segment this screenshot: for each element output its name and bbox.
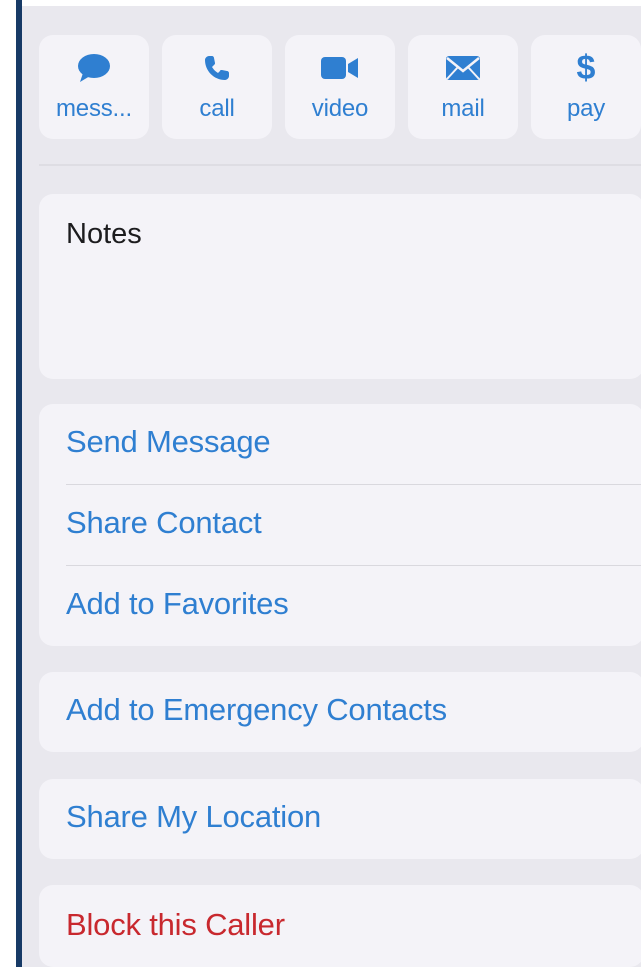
- add-to-emergency-contacts-row[interactable]: Add to Emergency Contacts: [66, 692, 447, 728]
- phone-icon: [162, 53, 272, 83]
- video-camera-icon: [285, 53, 395, 83]
- quick-actions-row: mess... call video mail $ pay: [39, 35, 641, 139]
- envelope-icon: [408, 53, 518, 83]
- message-bubble-icon: [39, 53, 149, 83]
- share-my-location-row[interactable]: Share My Location: [66, 799, 321, 835]
- row-separator: [66, 484, 641, 485]
- pay-action-button[interactable]: $ pay: [531, 35, 641, 139]
- dollar-icon: $: [576, 49, 596, 87]
- share-contact-row[interactable]: Share Contact: [66, 505, 262, 541]
- mail-action-label: mail: [441, 95, 485, 122]
- add-to-favorites-row[interactable]: Add to Favorites: [66, 586, 289, 622]
- share-location-card: Share My Location: [39, 779, 641, 859]
- message-action-button[interactable]: mess...: [39, 35, 149, 139]
- block-this-caller-row[interactable]: Block this Caller: [66, 907, 285, 943]
- send-message-row[interactable]: Send Message: [66, 424, 271, 460]
- notes-card[interactable]: Notes: [39, 194, 641, 379]
- pay-action-label: pay: [566, 95, 606, 122]
- message-action-label: mess...: [56, 95, 132, 122]
- call-action-button[interactable]: call: [162, 35, 272, 139]
- emergency-contacts-card: Add to Emergency Contacts: [39, 672, 641, 752]
- video-action-button[interactable]: video: [285, 35, 395, 139]
- row-separator: [66, 565, 641, 566]
- notes-label: Notes: [66, 218, 142, 250]
- contact-detail-screen: mess... call video mail $ pay Notes Send…: [22, 6, 641, 967]
- block-caller-card: Block this Caller: [39, 885, 641, 967]
- mail-action-button[interactable]: mail: [408, 35, 518, 139]
- video-action-label: video: [311, 95, 369, 122]
- call-action-label: call: [199, 95, 235, 122]
- section-divider: [39, 164, 641, 166]
- contact-options-card: Send Message Share Contact Add to Favori…: [39, 404, 641, 646]
